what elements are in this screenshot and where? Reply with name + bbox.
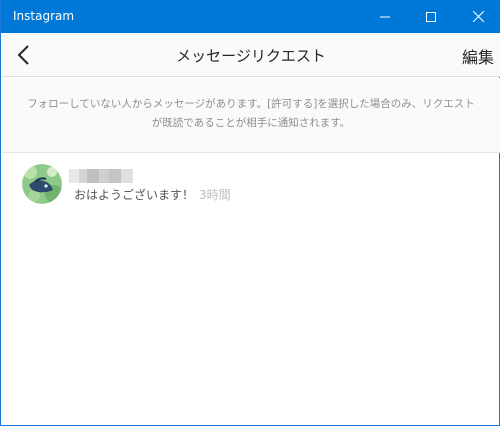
maximize-icon [426,11,436,22]
avatar [22,164,62,204]
page-title: メッセージリクエスト [176,47,326,65]
sender-name-blurred [69,169,133,183]
maximize-button[interactable] [408,0,454,33]
minimize-button[interactable] [362,0,408,33]
close-button[interactable] [455,0,500,33]
message-request-item[interactable]: おはようございます！ 3時間 [2,154,500,216]
window-title: Instagram [13,9,75,23]
edit-button[interactable]: 編集 [462,44,494,68]
message-text: おはようございます！ [74,188,195,202]
message-preview: おはようございます！ 3時間 [74,186,231,203]
navigation-bar: メッセージリクエスト 編集 [2,33,500,77]
title-bar: Instagram [1,0,500,33]
app-window: Instagram メッセージリクエスト 編集 フォローしていない人からメッセー… [0,0,500,426]
request-notice: フォローしていない人からメッセージがあります。[許可する]を選択した場合のみ、リ… [2,78,500,153]
message-time: 3時間 [199,188,231,202]
minimize-icon [380,16,390,17]
close-icon [472,11,484,22]
